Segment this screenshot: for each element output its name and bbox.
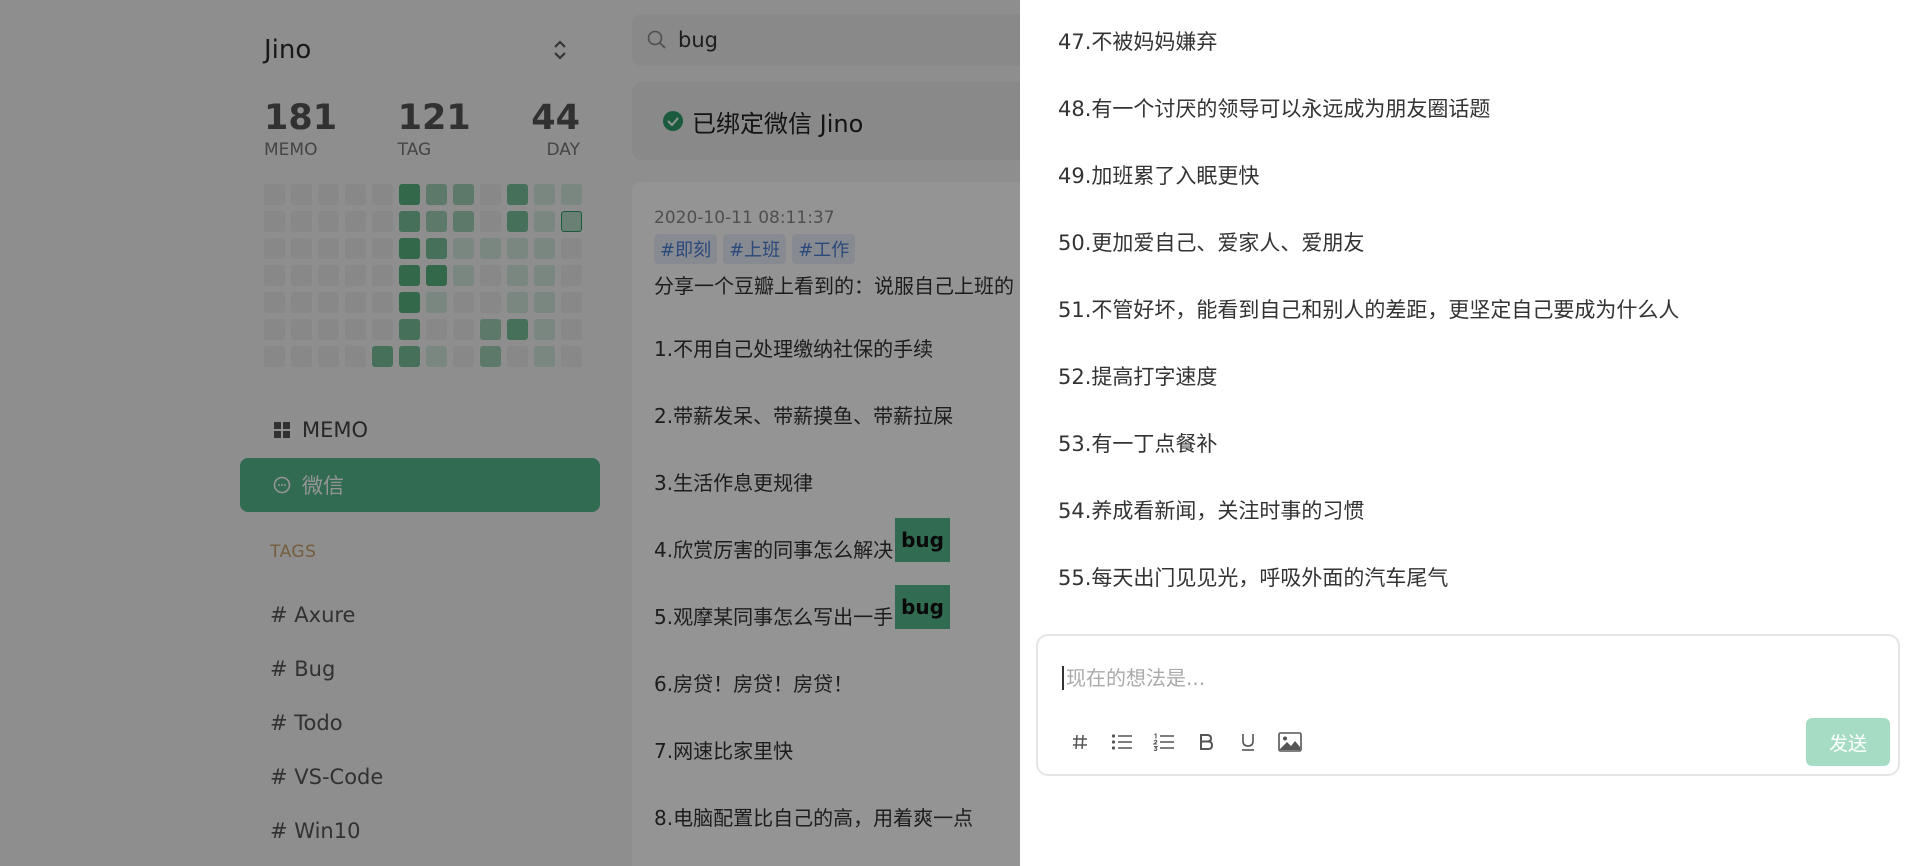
memo-editor: 发送 — [1036, 634, 1900, 776]
memo-detail-content: 47.不被妈妈嫌弃 48.有一个讨厌的领导可以永远成为朋友圈话题 49.加班累了… — [1058, 22, 1679, 625]
numbered-list-icon[interactable] — [1152, 730, 1176, 754]
send-button[interactable]: 发送 — [1806, 718, 1890, 766]
memo-line: 51.不管好坏，能看到自己和别人的差距，更坚定自己要成为什么人 — [1058, 298, 1680, 322]
bullet-list-icon[interactable] — [1110, 730, 1134, 754]
memo-line: 49.加班累了入眠更快 — [1058, 164, 1260, 188]
bold-icon[interactable] — [1194, 730, 1218, 754]
memo-editor-input[interactable] — [1062, 666, 1822, 690]
editor-toolbar — [1068, 730, 1302, 754]
memo-line: 55.每天出门见见光，呼吸外面的汽车尾气 — [1058, 566, 1449, 590]
hash-tag-icon[interactable] — [1068, 730, 1092, 754]
image-icon[interactable] — [1278, 730, 1302, 754]
modal-overlay[interactable] — [0, 0, 1020, 866]
memo-line: 47.不被妈妈嫌弃 — [1058, 30, 1218, 54]
memo-line: 54.养成看新闻，关注时事的习惯 — [1058, 499, 1365, 523]
underline-icon[interactable] — [1236, 730, 1260, 754]
memo-detail-panel: 47.不被妈妈嫌弃 48.有一个讨厌的领导可以永远成为朋友圈话题 49.加班累了… — [1020, 0, 1920, 866]
memo-line: 52.提高打字速度 — [1058, 365, 1218, 389]
memo-line: 53.有一丁点餐补 — [1058, 432, 1218, 456]
memo-line: 50.更加爱自己、爱家人、爱朋友 — [1058, 231, 1365, 255]
memo-line: 48.有一个讨厌的领导可以永远成为朋友圈话题 — [1058, 97, 1491, 121]
